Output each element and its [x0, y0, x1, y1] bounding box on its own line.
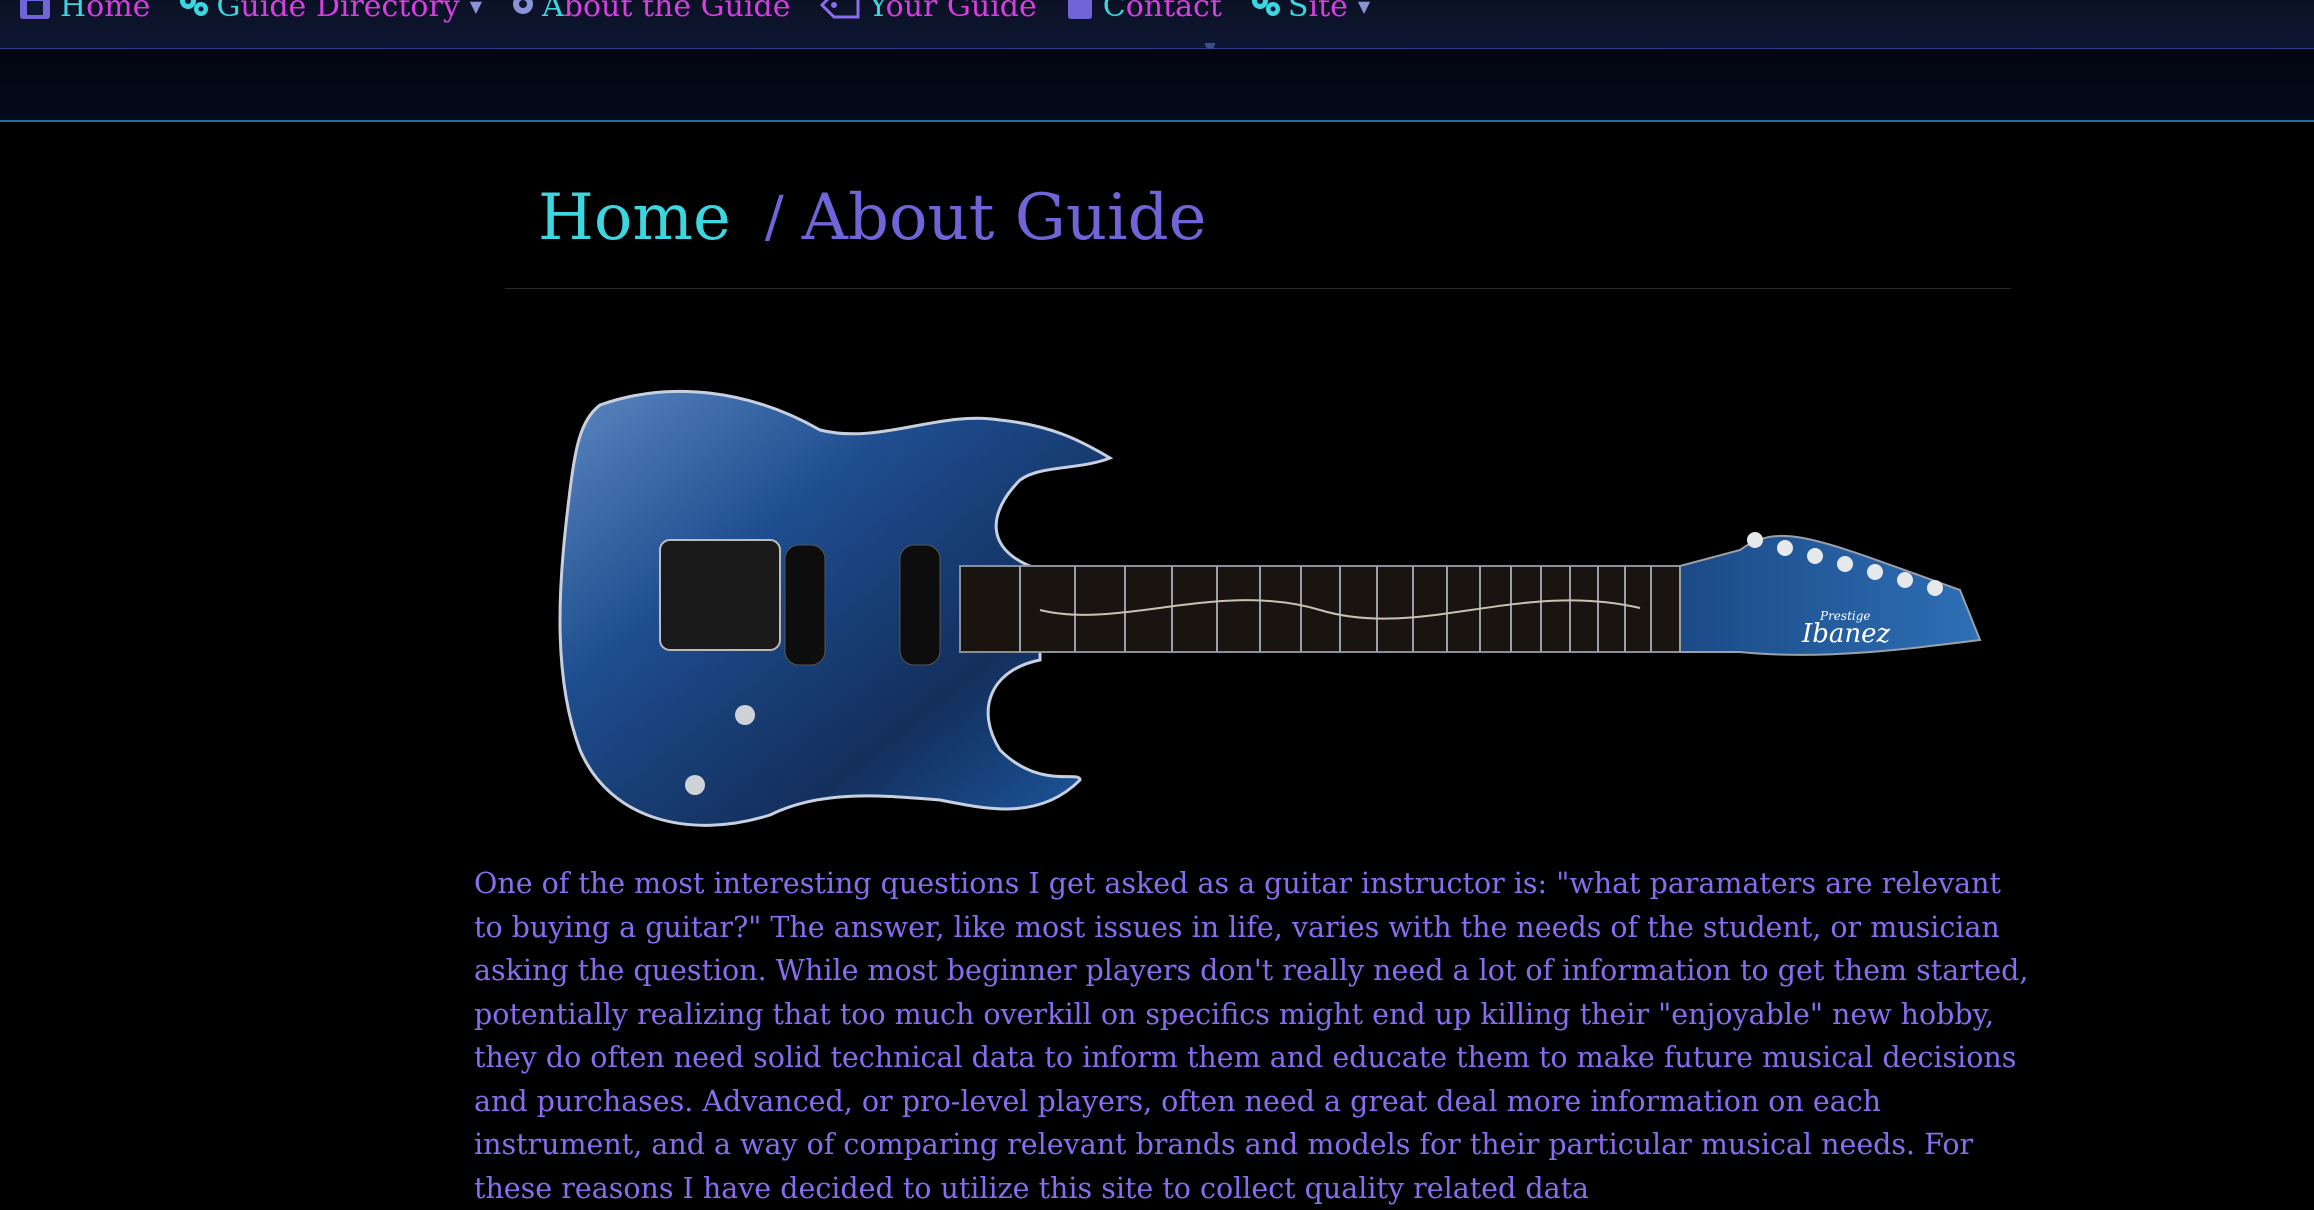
nav-item-contact[interactable]: Contact	[1065, 0, 1222, 24]
home-icon	[18, 0, 54, 25]
gears-icon	[1250, 0, 1282, 23]
guitar-logo-sub: Prestige	[1819, 609, 1871, 623]
bridge	[659, 539, 781, 651]
breadcrumb-separator: /	[764, 185, 784, 250]
nav-item-home-label: Home	[60, 0, 151, 24]
nav-item-your-guide-label: Your Guide	[868, 0, 1037, 24]
nav-list: Home Guide Directory ▼ About the Guide Y…	[18, 0, 1398, 26]
pickup-bridge	[784, 544, 826, 666]
gear-icon	[510, 0, 536, 21]
nav-item-your-guide[interactable]: Your Guide	[818, 0, 1037, 24]
nav-item-site[interactable]: Site ▼	[1250, 0, 1370, 24]
breadcrumb: Home / About Guide	[538, 170, 1206, 265]
intro-paragraph: One of the most interesting questions I …	[474, 867, 2029, 1205]
clipboard-icon	[1065, 0, 1097, 23]
breadcrumb-current: About Guide	[801, 180, 1207, 255]
nav-item-guide-directory[interactable]: Guide Directory ▼	[178, 0, 482, 24]
top-navbar: Home Guide Directory ▼ About the Guide Y…	[0, 0, 2314, 49]
nav-item-about-guide-label: About the Guide	[542, 0, 791, 24]
nav-item-guide-directory-label: Guide Directory	[216, 0, 460, 24]
gears-icon	[178, 0, 210, 23]
band-indicator	[1205, 43, 1215, 49]
chevron-down-icon: ▼	[469, 0, 483, 16]
nav-item-about-guide[interactable]: About the Guide	[510, 0, 790, 24]
chevron-down-icon: ▼	[1357, 0, 1371, 16]
pickup-neck	[899, 544, 941, 666]
guitar-logo: Ibanez	[1801, 619, 1891, 649]
nav-item-site-label: Site	[1287, 0, 1348, 24]
header-band	[0, 43, 2314, 122]
guitar-image: Ibanez Prestige	[558, 389, 1982, 827]
divider	[505, 288, 2011, 289]
tag-icon	[818, 0, 862, 23]
breadcrumb-home-link[interactable]: Home	[538, 181, 731, 255]
nav-item-home[interactable]: Home	[18, 0, 150, 25]
nav-item-contact-label: Contact	[1102, 0, 1222, 24]
